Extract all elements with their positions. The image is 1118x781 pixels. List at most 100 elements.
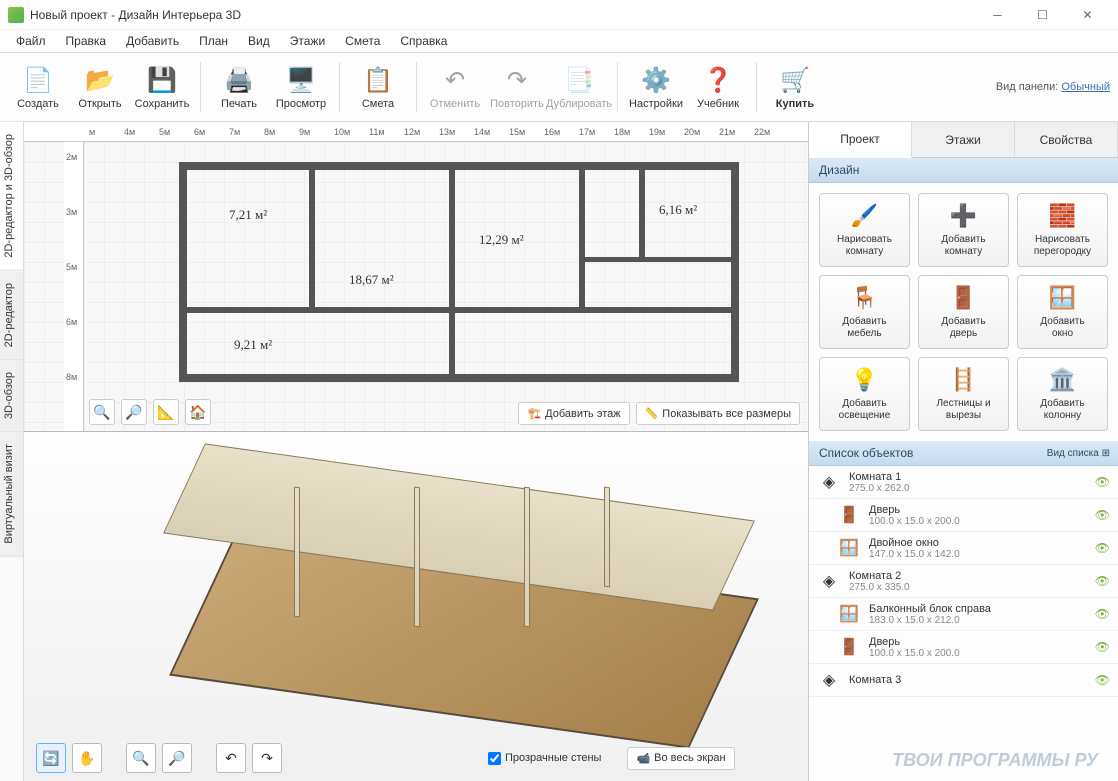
cart-icon: 🛒 (779, 64, 811, 96)
maximize-button[interactable]: ☐ (1020, 0, 1065, 30)
open-button[interactable]: 📂Открыть (70, 60, 130, 114)
undo-button: ↶Отменить (425, 60, 485, 114)
object-icon: ◈ (817, 569, 841, 593)
preview-button[interactable]: 🖥️Просмотр (271, 60, 331, 114)
tab-project[interactable]: Проект (809, 122, 912, 158)
design-button-8[interactable]: 🏛️Добавитьколонну (1017, 357, 1108, 431)
menu-add[interactable]: Добавить (118, 32, 187, 50)
panel-mode-link[interactable]: Обычный (1061, 81, 1110, 93)
object-icon: 🚪 (837, 503, 861, 527)
list-view-label: Вид списка (1047, 448, 1099, 459)
plan-controls: 🔍 🔎 📐 🏠 (89, 399, 211, 425)
floorplan[interactable]: 7,21 м² 18,67 м² 12,29 м² 6,16 м² 9,21 м… (179, 162, 739, 382)
redo-3d-button[interactable]: ↷ (252, 743, 282, 773)
design-icon: 🪑 (851, 284, 879, 312)
right-panel: Проект Этажи Свойства Дизайн 🖌️Нарисоват… (808, 122, 1118, 781)
estimate-button[interactable]: 📋Смета (348, 60, 408, 114)
home-button[interactable]: 🏠 (185, 399, 211, 425)
ruler-icon: 📏 (645, 407, 659, 420)
design-icon: 🚪 (950, 284, 978, 312)
measure-button[interactable]: 📐 (153, 399, 179, 425)
visibility-icon[interactable]: 👁 (1095, 574, 1110, 588)
visibility-icon[interactable]: 👁 (1095, 508, 1110, 522)
design-button-4[interactable]: 🚪Добавитьдверь (918, 275, 1009, 349)
menu-plan[interactable]: План (191, 32, 236, 50)
visibility-icon[interactable]: 👁 (1095, 640, 1110, 654)
transparent-walls-checkbox[interactable]: Прозрачные стены (488, 752, 601, 765)
design-icon: 🖌️ (851, 202, 879, 230)
tab-floors[interactable]: Этажи (912, 122, 1015, 157)
room-area-1: 7,21 м² (229, 207, 267, 223)
tab-2d-3d[interactable]: 2D-редактор и 3D-обзор (0, 122, 23, 271)
object-icon: 🪟 (837, 536, 861, 560)
objects-section-header: Список объектов Вид списка ⊞ (809, 441, 1118, 466)
design-button-5[interactable]: 🪟Добавитьокно (1017, 275, 1108, 349)
design-icon: 🪜 (950, 366, 978, 394)
rotate-360-button[interactable]: 🔄 (36, 743, 66, 773)
object-item[interactable]: 🚪Дверь100.0 x 15.0 x 200.0👁 (809, 631, 1118, 664)
design-button-3[interactable]: 🪑Добавитьмебель (819, 275, 910, 349)
menu-help[interactable]: Справка (392, 32, 455, 50)
object-icon: 🚪 (837, 635, 861, 659)
print-button[interactable]: 🖨️Печать (209, 60, 269, 114)
tab-3d[interactable]: 3D-обзор (0, 360, 23, 432)
show-dimensions-button[interactable]: 📏Показывать все размеры (636, 402, 800, 425)
menu-file[interactable]: Файл (8, 32, 54, 50)
visibility-icon[interactable]: 👁 (1095, 475, 1110, 489)
room-area-2: 18,67 м² (349, 272, 394, 288)
object-item[interactable]: ◈Комната 3👁 (809, 664, 1118, 697)
zoom-in-3d-button[interactable]: 🔎 (162, 743, 192, 773)
close-button[interactable]: ✕ (1065, 0, 1110, 30)
visibility-icon[interactable]: 👁 (1095, 541, 1110, 555)
design-button-1[interactable]: ➕Добавитькомнату (918, 193, 1009, 267)
plan-2d-view[interactable]: 2м3м5м6м8м 7,21 м² 18,67 м² 12,29 м² 6,1… (24, 142, 808, 432)
object-list: ◈Комната 1275.0 x 262.0👁🚪Дверь100.0 x 15… (809, 466, 1118, 781)
tab-properties[interactable]: Свойства (1015, 122, 1118, 157)
redo-button: ↷Повторить (487, 60, 547, 114)
design-icon: 🧱 (1049, 202, 1077, 230)
duplicate-icon: 📑 (563, 64, 595, 96)
design-button-2[interactable]: 🧱Нарисоватьперегородку (1017, 193, 1108, 267)
buy-button[interactable]: 🛒Купить (765, 60, 825, 114)
object-item[interactable]: ◈Комната 2275.0 x 335.0👁 (809, 565, 1118, 598)
help-icon: ❓ (702, 64, 734, 96)
gear-icon: ⚙️ (640, 64, 672, 96)
object-item[interactable]: 🪟Балконный блок справа183.0 x 15.0 x 212… (809, 598, 1118, 631)
save-button[interactable]: 💾Сохранить (132, 60, 192, 114)
visibility-icon[interactable]: 👁 (1095, 607, 1110, 621)
object-item[interactable]: ◈Комната 1275.0 x 262.0👁 (809, 466, 1118, 499)
app-icon (8, 7, 24, 23)
list-view-icon[interactable]: ⊞ (1102, 448, 1110, 459)
undo-3d-button[interactable]: ↶ (216, 743, 246, 773)
create-button[interactable]: 📄Создать (8, 60, 68, 114)
add-floor-button[interactable]: 🏗️Добавить этаж (518, 402, 629, 425)
menu-edit[interactable]: Правка (58, 32, 115, 50)
view-3d[interactable]: 🔄 ✋ 🔍 🔎 ↶ ↷ Прозрачные стены 📹Во весь эк… (24, 432, 808, 781)
printer-icon: 🖨️ (223, 64, 255, 96)
zoom-in-button[interactable]: 🔎 (121, 399, 147, 425)
menu-view[interactable]: Вид (240, 32, 278, 50)
visibility-icon[interactable]: 👁 (1095, 673, 1110, 687)
menu-estimate[interactable]: Смета (337, 32, 388, 50)
object-item[interactable]: 🪟Двойное окно147.0 x 15.0 x 142.0👁 (809, 532, 1118, 565)
window-title: Новый проект - Дизайн Интерьера 3D (30, 8, 975, 22)
redo-icon: ↷ (501, 64, 533, 96)
tab-virtual[interactable]: Виртуальный визит (0, 432, 23, 557)
zoom-out-3d-button[interactable]: 🔍 (126, 743, 156, 773)
settings-button[interactable]: ⚙️Настройки (626, 60, 686, 114)
object-item[interactable]: 🚪Дверь100.0 x 15.0 x 200.0👁 (809, 499, 1118, 532)
fullscreen-button[interactable]: 📹Во весь экран (627, 747, 734, 770)
folder-icon: 📂 (84, 64, 116, 96)
design-button-7[interactable]: 🪜Лестницы ивырезы (918, 357, 1009, 431)
menu-floors[interactable]: Этажи (282, 32, 333, 50)
design-button-0[interactable]: 🖌️Нарисоватькомнату (819, 193, 910, 267)
design-icon: ➕ (950, 202, 978, 230)
zoom-out-button[interactable]: 🔍 (89, 399, 115, 425)
pan-button[interactable]: ✋ (72, 743, 102, 773)
clipboard-icon: 📋 (362, 64, 394, 96)
tab-2d[interactable]: 2D-редактор (0, 271, 23, 360)
save-icon: 💾 (146, 64, 178, 96)
design-button-6[interactable]: 💡Добавитьосвещение (819, 357, 910, 431)
tutorial-button[interactable]: ❓Учебник (688, 60, 748, 114)
minimize-button[interactable]: ─ (975, 0, 1020, 30)
